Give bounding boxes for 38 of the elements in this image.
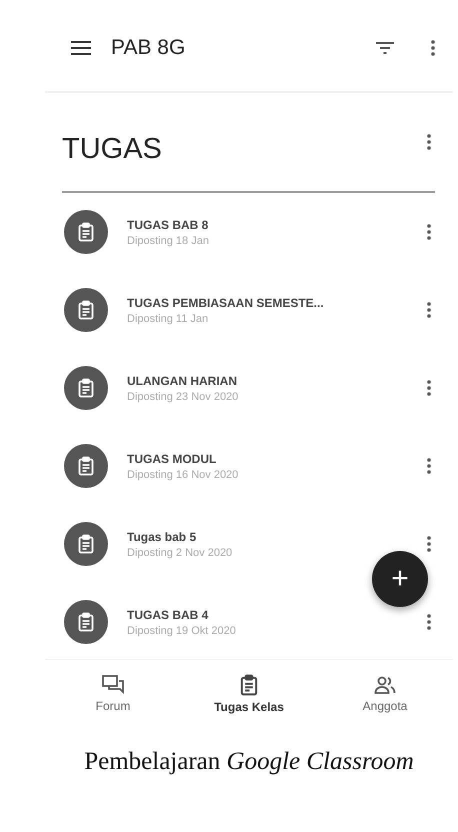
more-icon [431, 40, 435, 56]
topic-title: TUGAS [62, 132, 162, 166]
posted-date: Diposting 19 Okt 2020 [127, 624, 237, 636]
assignment-title: TUGAS BAB 8 [127, 218, 210, 232]
add-button[interactable]: + [372, 551, 428, 607]
clipboard-icon [76, 456, 96, 476]
clipboard-icon [76, 612, 96, 632]
posted-date: Diposting 11 Jan [127, 312, 210, 324]
clipboard-icon [76, 378, 96, 398]
nav-tab[interactable]: Anggota [317, 660, 453, 727]
posted-date: Diposting 18 Jan [127, 234, 210, 246]
filter-icon [375, 41, 395, 55]
clipboard-icon [76, 300, 96, 320]
more-icon [427, 380, 431, 396]
people-icon [374, 674, 396, 694]
assignment-title: TUGAS MODUL [127, 452, 218, 466]
assignment-title: TUGAS BAB 4 [127, 608, 210, 622]
class-title: PAB 8G [111, 36, 186, 60]
assignment-title: Tugas bab 5 [127, 530, 198, 544]
more-icon [427, 224, 431, 240]
assignment-title: TUGAS PEMBIASAAN SEMESTE... [127, 296, 325, 310]
more-icon [427, 536, 431, 552]
posted-date: Diposting 23 Nov 2020 [127, 390, 240, 402]
clipboard-icon [238, 674, 260, 696]
clipboard-icon [76, 534, 96, 554]
nav-tab[interactable]: Tugas Kelas [181, 660, 317, 727]
chat-icon [102, 674, 124, 694]
more-icon [427, 302, 431, 318]
clipboard-icon [76, 222, 96, 242]
more-icon [427, 134, 431, 150]
more-icon [427, 614, 431, 630]
assignment-title: ULANGAN HARIAN [127, 374, 238, 388]
figure-caption: Pembelajaran Google Classroom [83, 748, 415, 776]
posted-date: Diposting 16 Nov 2020 [127, 468, 240, 480]
nav-tab[interactable]: Forum [45, 660, 181, 727]
more-icon [427, 458, 431, 474]
menu-icon [71, 41, 91, 55]
posted-date: Diposting 2 Nov 2020 [127, 546, 234, 558]
